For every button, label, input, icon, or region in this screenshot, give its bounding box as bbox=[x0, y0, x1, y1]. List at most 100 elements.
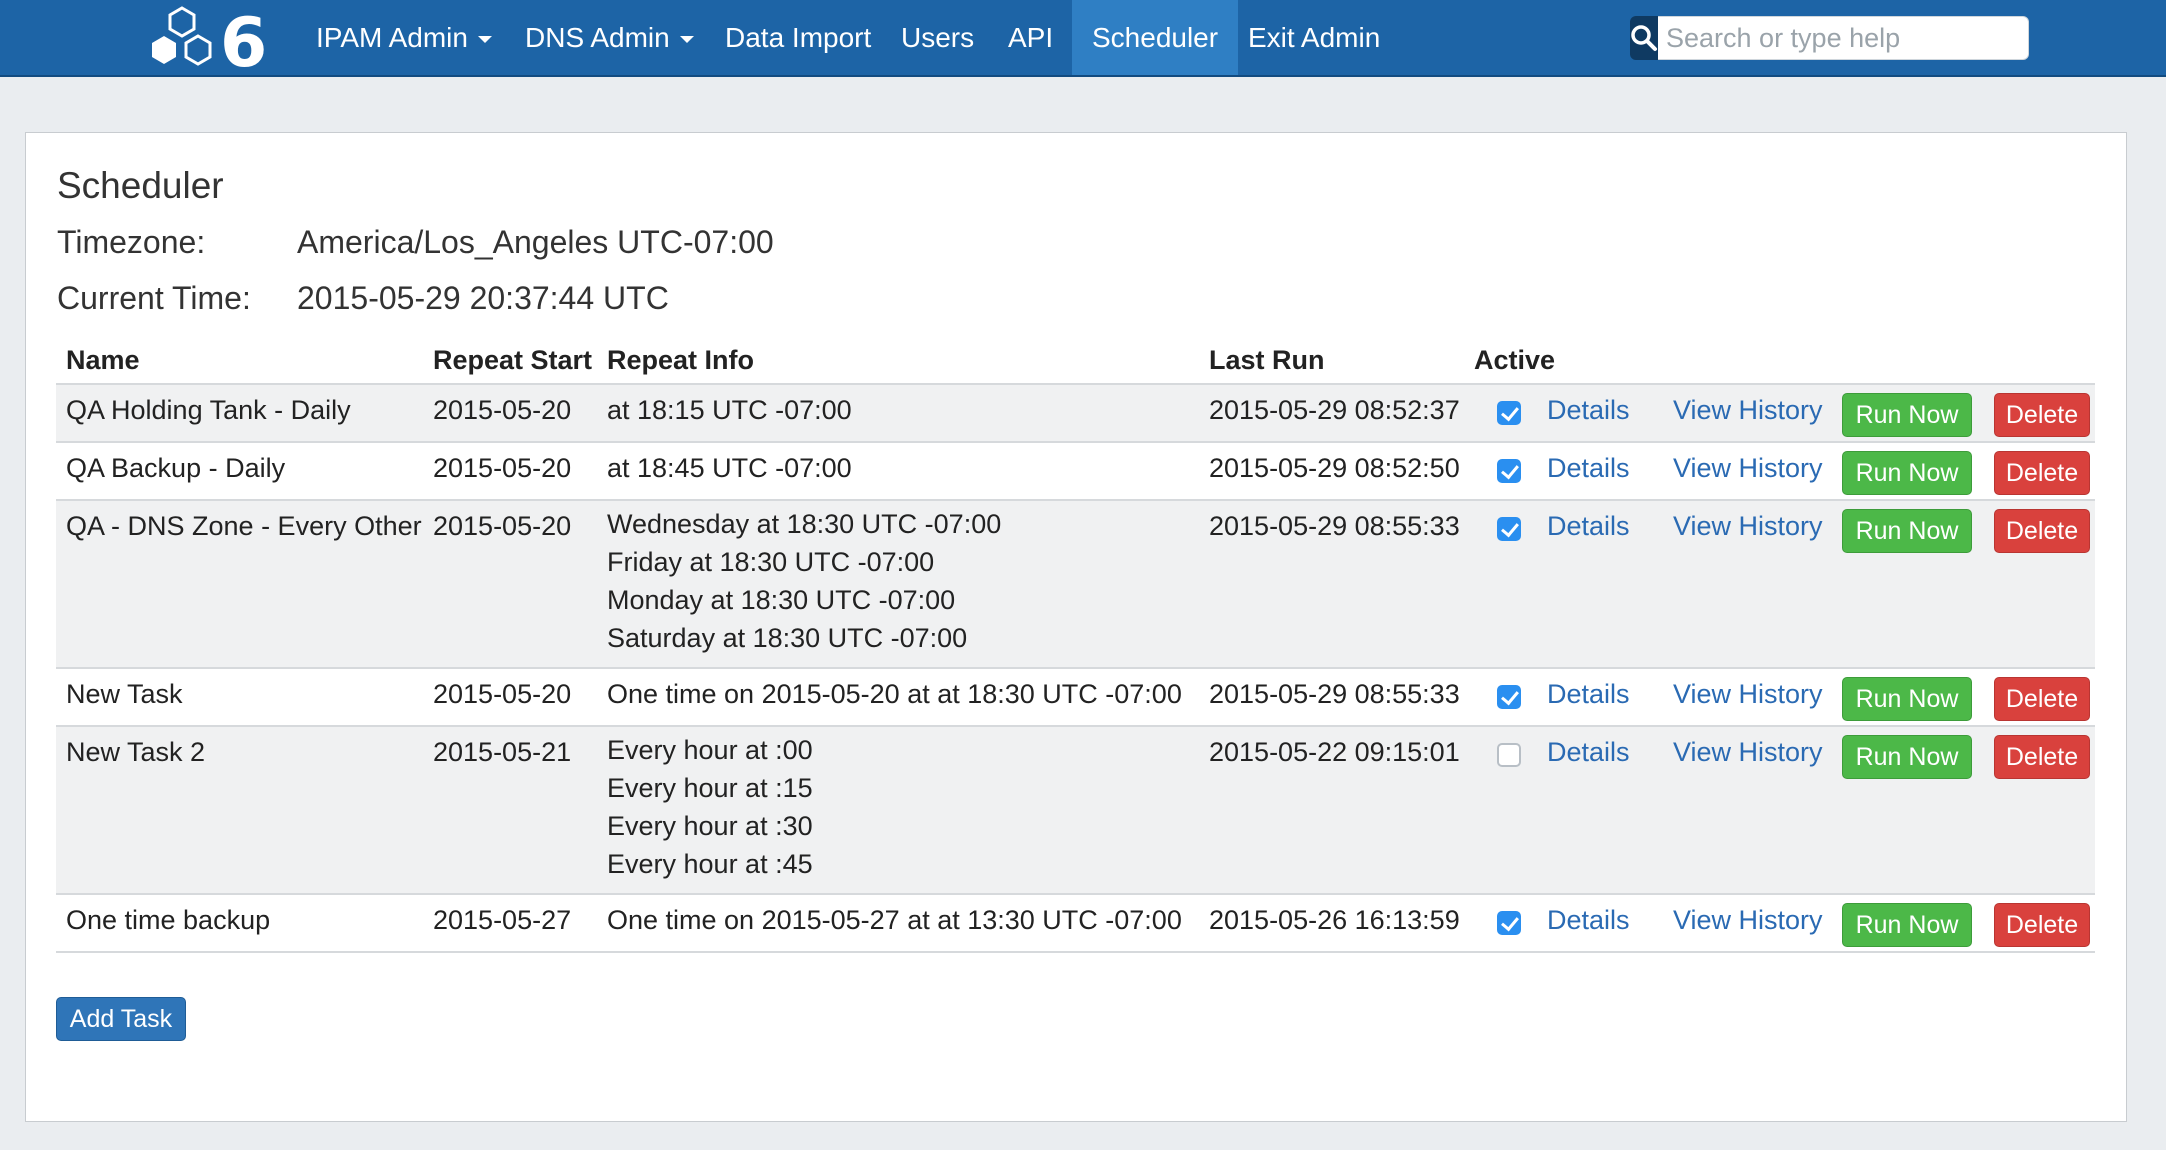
table-body: QA Holding Tank - Daily 2015-05-20 at 18:1… bbox=[56, 385, 2095, 953]
repeat-info: Every hour at :00 Every hour at :15 Every … bbox=[607, 731, 813, 883]
header-name[interactable]: Name bbox=[66, 345, 140, 376]
repeat-start: 2015-05-20 bbox=[433, 511, 572, 541]
run-now-button[interactable]: Run Now bbox=[1842, 677, 1972, 721]
active-checkbox[interactable] bbox=[1497, 685, 1521, 709]
scheduler-panel: Scheduler Timezone: America/Los_Angeles … bbox=[25, 132, 2127, 1122]
task-name: QA - DNS Zone - Every Other bbox=[66, 511, 422, 541]
repeat-info-line: Every hour at :15 bbox=[607, 773, 813, 803]
run-now-button[interactable]: Run Now bbox=[1842, 735, 1972, 779]
task-name: New Task bbox=[66, 679, 183, 709]
repeat-start: 2015-05-21 bbox=[433, 737, 572, 767]
nav-item-label: DNS Admin bbox=[525, 21, 670, 53]
active-checkbox[interactable] bbox=[1497, 743, 1521, 767]
timezone-value: America/Los_Angeles UTC-07:00 bbox=[297, 224, 774, 260]
table-row: QA Holding Tank - Daily 2015-05-20 at 18:1… bbox=[56, 385, 2095, 443]
delete-button[interactable]: Delete bbox=[1994, 451, 2090, 495]
search-icon[interactable] bbox=[1630, 16, 1658, 60]
nav-dns-admin[interactable]: DNS Admin bbox=[505, 0, 714, 75]
nav-scheduler[interactable]: Scheduler bbox=[1072, 0, 1239, 75]
search-input[interactable] bbox=[1658, 16, 2029, 60]
page-title: Scheduler bbox=[57, 165, 224, 206]
repeat-info-line: at 18:45 UTC -07:00 bbox=[607, 453, 852, 483]
repeat-info-line: Monday at 18:30 UTC -07:00 bbox=[607, 585, 956, 615]
run-now-button[interactable]: Run Now bbox=[1842, 903, 1972, 947]
view-history-link[interactable]: View History bbox=[1673, 679, 1823, 710]
nav-users[interactable]: Users bbox=[881, 0, 994, 75]
nav-item-label: Data Import bbox=[725, 21, 872, 53]
active-checkbox[interactable] bbox=[1497, 517, 1521, 541]
task-name: QA Holding Tank - Daily bbox=[66, 395, 351, 425]
nav-data-import[interactable]: Data Import bbox=[705, 0, 891, 75]
repeat-info: at 18:45 UTC -07:00 bbox=[607, 453, 852, 484]
nav-item-label: Scheduler bbox=[1092, 21, 1219, 53]
table-header: Name Repeat Start Repeat Info Last Run A… bbox=[56, 339, 2095, 385]
task-name: QA Backup - Daily bbox=[66, 453, 286, 483]
delete-button[interactable]: Delete bbox=[1994, 509, 2090, 553]
nav-item-label: IPAM Admin bbox=[316, 21, 468, 53]
nav-api[interactable]: API bbox=[988, 0, 1073, 75]
nav-item-label: API bbox=[1008, 21, 1054, 53]
last-run: 2015-05-26 16:13:59 bbox=[1209, 905, 1460, 935]
header-last-run[interactable]: Last Run bbox=[1209, 345, 1325, 376]
view-history-link[interactable]: View History bbox=[1673, 905, 1823, 936]
repeat-info-line: Friday at 18:30 UTC -07:00 bbox=[607, 547, 935, 577]
run-now-button[interactable]: Run Now bbox=[1842, 393, 1972, 437]
search-box bbox=[1630, 16, 2029, 60]
table-row: One time backup 2015-05-27 One time on 201… bbox=[56, 895, 2095, 953]
delete-button[interactable]: Delete bbox=[1994, 735, 2090, 779]
details-link[interactable]: Details bbox=[1547, 395, 1630, 426]
repeat-info-line: Every hour at :30 bbox=[607, 811, 813, 841]
table-row: New Task 2 2015-05-21 Every hour at :00 Eve… bbox=[56, 727, 2095, 895]
active-checkbox[interactable] bbox=[1497, 911, 1521, 935]
repeat-info: One time on 2015-05-20 at at 18:30 UTC -… bbox=[607, 679, 1182, 710]
details-link[interactable]: Details bbox=[1547, 679, 1630, 710]
current-time-label: Current Time: bbox=[57, 280, 251, 316]
last-run: 2015-05-22 09:15:01 bbox=[1209, 737, 1460, 767]
nav-item-label: Users bbox=[901, 21, 975, 53]
repeat-info-line: Every hour at :00 bbox=[607, 735, 813, 765]
table-row: QA Backup - Daily 2015-05-20 at 18:45 UTC … bbox=[56, 443, 2095, 501]
top-navbar: 6 IPAM Admin DNS Admin Data Import Users API… bbox=[0, 0, 2166, 77]
view-history-link[interactable]: View History bbox=[1673, 511, 1823, 542]
details-link[interactable]: Details bbox=[1547, 511, 1630, 542]
active-checkbox[interactable] bbox=[1497, 459, 1521, 483]
nav-ipam-admin[interactable]: IPAM Admin bbox=[296, 0, 512, 75]
scheduler-table: Name Repeat Start Repeat Info Last Run A… bbox=[56, 339, 2095, 953]
header-active[interactable]: Active bbox=[1474, 345, 1555, 376]
delete-button[interactable]: Delete bbox=[1994, 903, 2090, 947]
svg-text:6: 6 bbox=[220, 6, 267, 72]
table-row: QA - DNS Zone - Every Other 2015-05-20 Wed… bbox=[56, 501, 2095, 669]
caret-down-icon bbox=[679, 36, 694, 43]
last-run: 2015-05-29 08:55:33 bbox=[1209, 511, 1460, 541]
view-history-link[interactable]: View History bbox=[1673, 395, 1823, 426]
repeat-start: 2015-05-27 bbox=[433, 905, 572, 935]
view-history-link[interactable]: View History bbox=[1673, 453, 1823, 484]
task-name: One time backup bbox=[66, 905, 271, 935]
delete-button[interactable]: Delete bbox=[1994, 393, 2090, 437]
header-repeat-info[interactable]: Repeat Info bbox=[607, 345, 754, 376]
current-time-value: 2015-05-29 20:37:44 UTC bbox=[297, 280, 669, 316]
details-link[interactable]: Details bbox=[1547, 737, 1630, 768]
add-task-button[interactable]: Add Task bbox=[56, 997, 186, 1041]
nav-item-label: Exit Admin bbox=[1248, 21, 1381, 53]
app-logo-icon[interactable]: 6 bbox=[150, 6, 280, 72]
repeat-info-line: One time on 2015-05-20 at at 18:30 UTC -… bbox=[607, 679, 1182, 709]
timezone-label: Timezone: bbox=[57, 224, 206, 260]
nav-exit-admin[interactable]: Exit Admin bbox=[1228, 0, 1400, 75]
details-link[interactable]: Details bbox=[1547, 905, 1630, 936]
task-name: New Task 2 bbox=[66, 737, 206, 767]
delete-button[interactable]: Delete bbox=[1994, 677, 2090, 721]
last-run: 2015-05-29 08:52:50 bbox=[1209, 453, 1460, 483]
last-run: 2015-05-29 08:52:37 bbox=[1209, 395, 1460, 425]
caret-down-icon bbox=[477, 36, 492, 43]
run-now-button[interactable]: Run Now bbox=[1842, 509, 1972, 553]
repeat-start: 2015-05-20 bbox=[433, 395, 572, 425]
active-checkbox[interactable] bbox=[1497, 401, 1521, 425]
details-link[interactable]: Details bbox=[1547, 453, 1630, 484]
header-repeat-start[interactable]: Repeat Start bbox=[433, 345, 592, 376]
repeat-info-line: One time on 2015-05-27 at at 13:30 UTC -… bbox=[607, 905, 1182, 935]
repeat-start: 2015-05-20 bbox=[433, 679, 572, 709]
view-history-link[interactable]: View History bbox=[1673, 737, 1823, 768]
repeat-info: at 18:15 UTC -07:00 bbox=[607, 395, 852, 426]
run-now-button[interactable]: Run Now bbox=[1842, 451, 1972, 495]
